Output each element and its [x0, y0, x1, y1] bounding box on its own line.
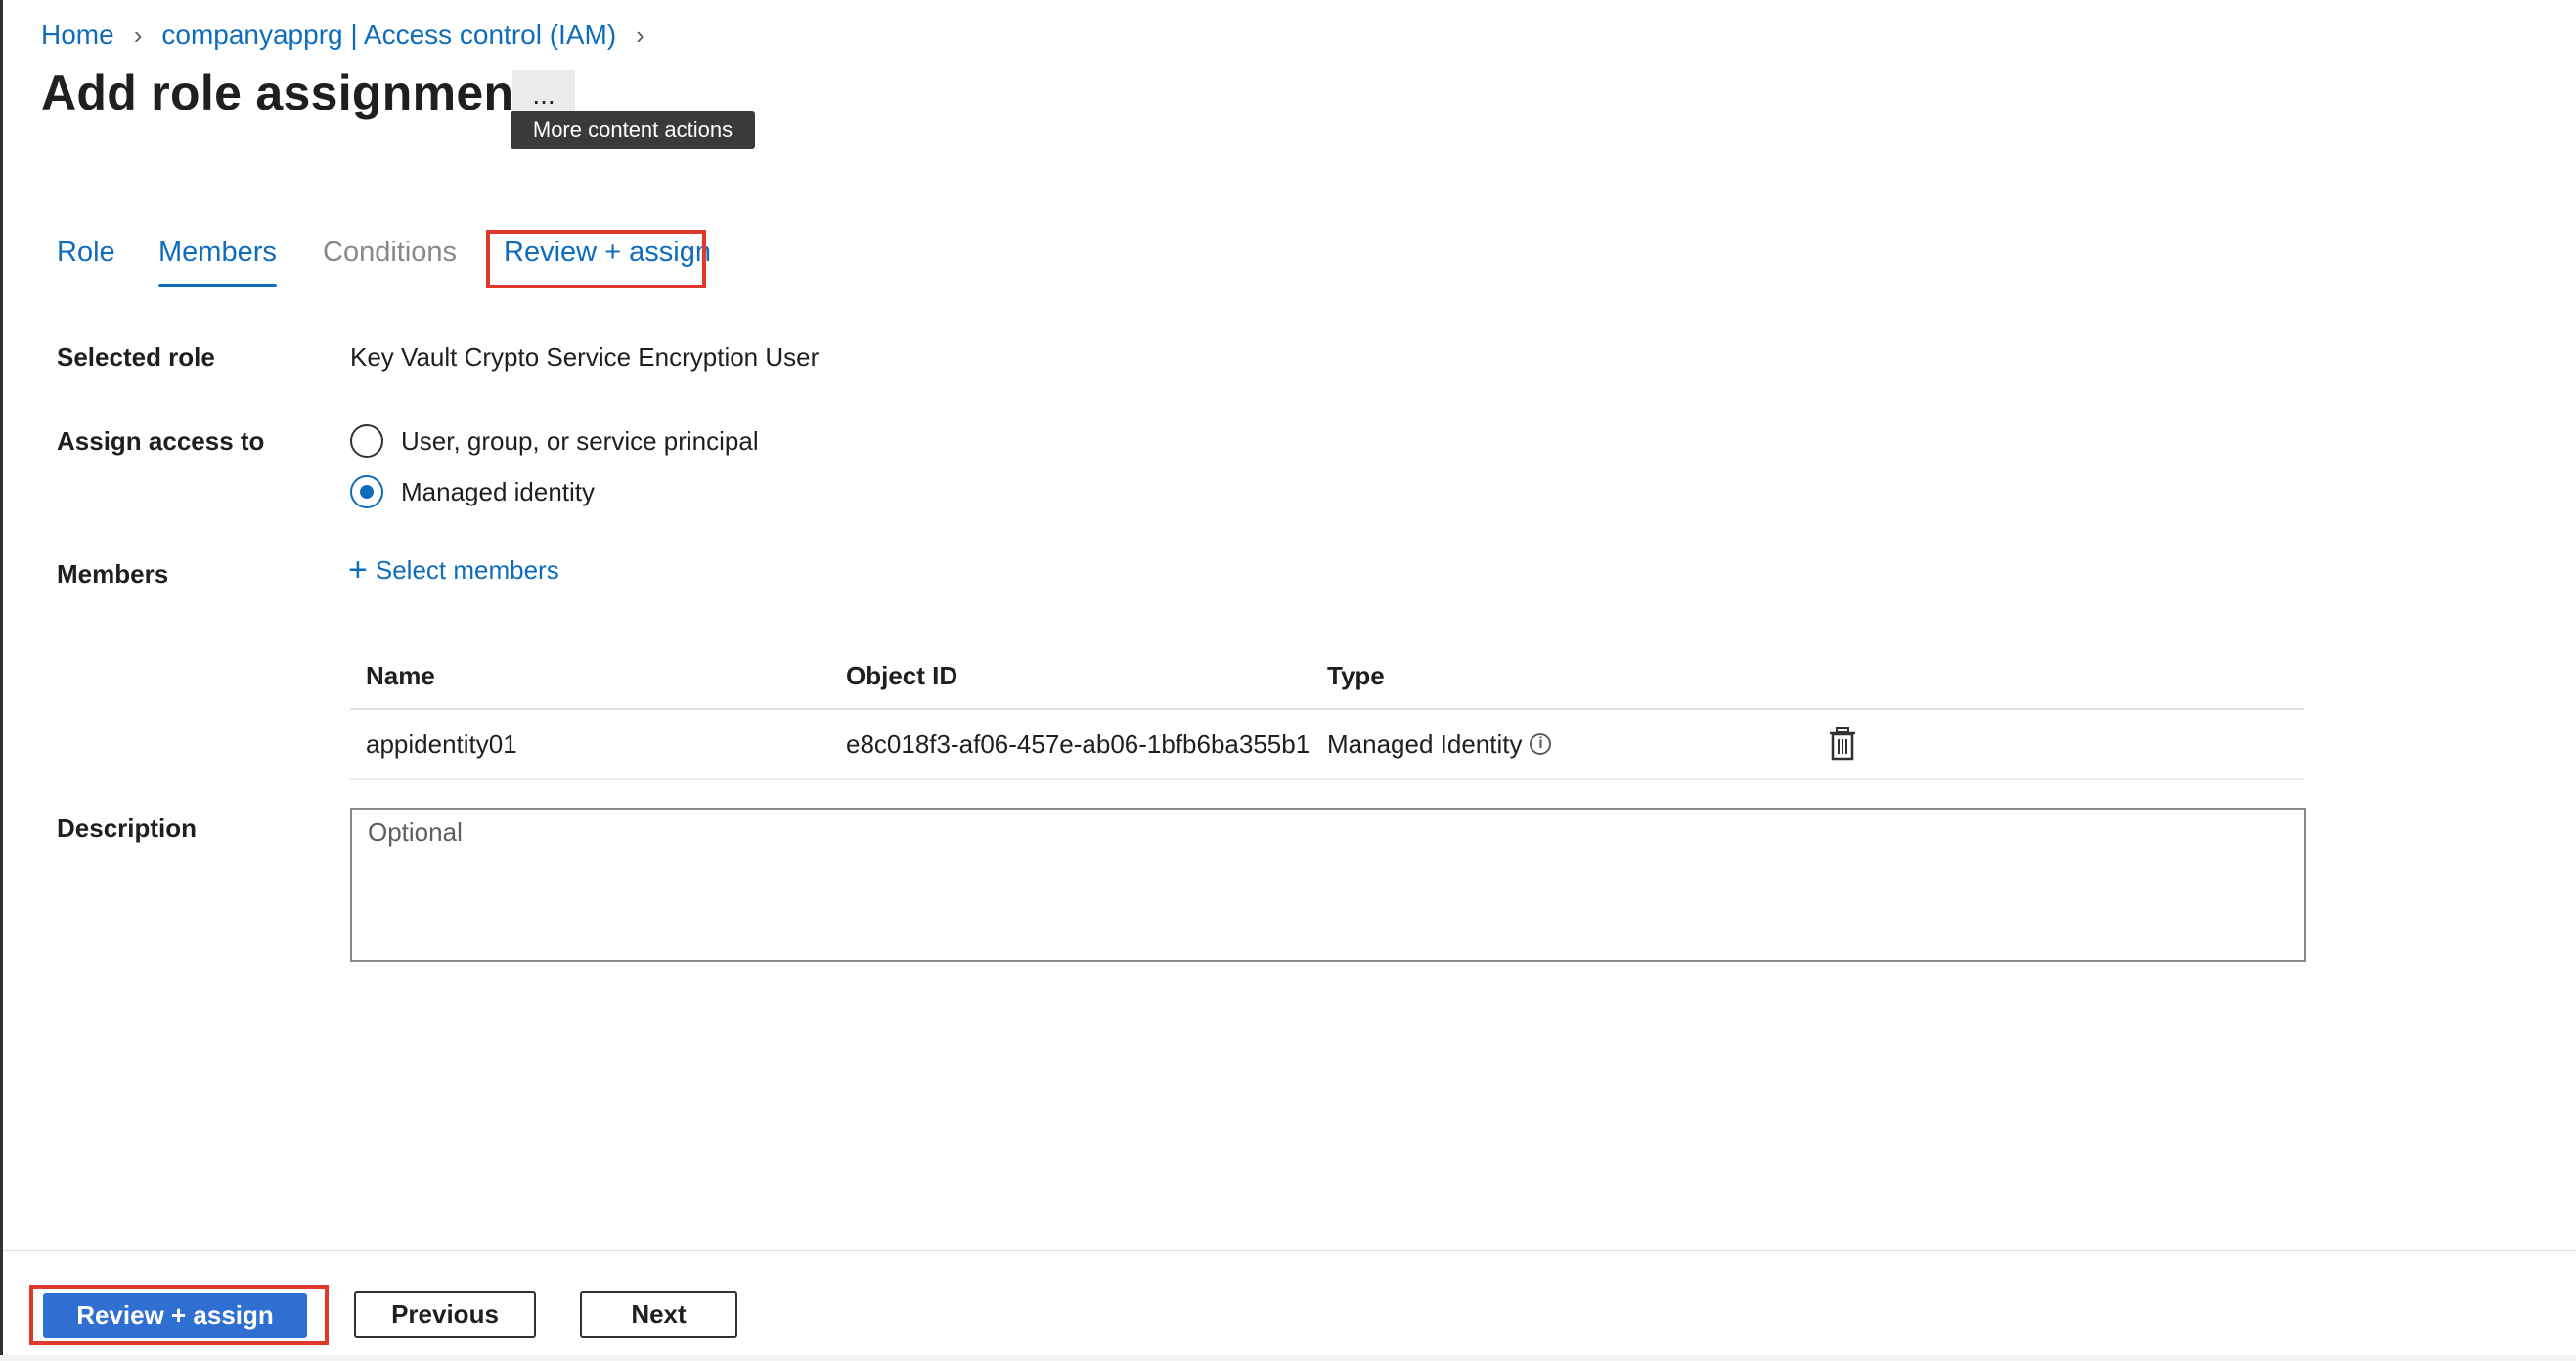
active-tab-indicator	[158, 284, 277, 287]
tooltip: More content actions	[511, 111, 755, 149]
tab-role[interactable]: Role	[57, 237, 115, 287]
radio-user-group-sp[interactable]: User, group, or service principal	[350, 424, 759, 458]
breadcrumb: Home › companyapprg | Access control (IA…	[41, 16, 664, 55]
highlight-box	[486, 230, 706, 288]
left-border	[0, 0, 3, 1361]
table-row: appidentity01 e8c018f3-af06-457e-ab06-1b…	[350, 710, 2304, 780]
description-label: Description	[57, 813, 198, 843]
assign-access-label: Assign access to	[57, 426, 265, 456]
members-table: Name Object ID Type appidentity01 e8c018…	[350, 643, 2304, 780]
cell-type-label: Managed Identity	[1327, 728, 1523, 759]
radio-label: Managed identity	[401, 476, 596, 506]
tab-members-label: Members	[158, 237, 277, 268]
plus-icon: +	[348, 551, 368, 589]
review-assign-button[interactable]: Review + assign	[43, 1293, 307, 1338]
selected-role-label: Selected role	[57, 342, 215, 372]
bottom-strip	[0, 1355, 2576, 1361]
cell-object-id: e8c018f3-af06-457e-ab06-1bfb6ba355b1	[846, 728, 1310, 759]
select-members-label: Select members	[375, 554, 559, 585]
radio-button[interactable]	[350, 424, 383, 458]
select-members-link[interactable]: + Select members	[348, 553, 559, 587]
breadcrumb-home-link[interactable]: Home	[41, 20, 114, 51]
members-label: Members	[57, 559, 169, 589]
previous-button[interactable]: Previous	[354, 1291, 536, 1338]
trash-icon[interactable]	[1828, 727, 1857, 761]
description-textarea[interactable]	[350, 808, 2306, 962]
tab-members[interactable]: Members	[158, 237, 277, 287]
breadcrumb-resource-link[interactable]: companyapprg | Access control (IAM)	[161, 20, 616, 51]
info-icon[interactable]: i	[1530, 733, 1552, 755]
chevron-right-icon: ›	[636, 20, 644, 50]
header-object-id: Object ID	[846, 660, 958, 690]
tab-conditions[interactable]: Conditions	[323, 237, 457, 287]
radio-button-checked[interactable]	[350, 475, 383, 508]
next-button[interactable]: Next	[580, 1291, 737, 1338]
selected-role-value: Key Vault Crypto Service Encryption User	[350, 342, 820, 372]
radio-label: User, group, or service principal	[401, 425, 759, 456]
page-title: Add role assignment	[41, 66, 531, 120]
header-type: Type	[1327, 660, 1385, 690]
table-header: Name Object ID Type	[350, 643, 2304, 710]
cell-name: appidentity01	[366, 728, 517, 759]
cell-type: Managed Identity i	[1319, 729, 1828, 760]
chevron-right-icon: ›	[133, 20, 143, 50]
header-name: Name	[366, 660, 435, 690]
radio-managed-identity[interactable]: Managed identity	[350, 475, 595, 508]
footer-divider	[3, 1250, 2576, 1251]
cell-actions	[1828, 727, 1945, 761]
